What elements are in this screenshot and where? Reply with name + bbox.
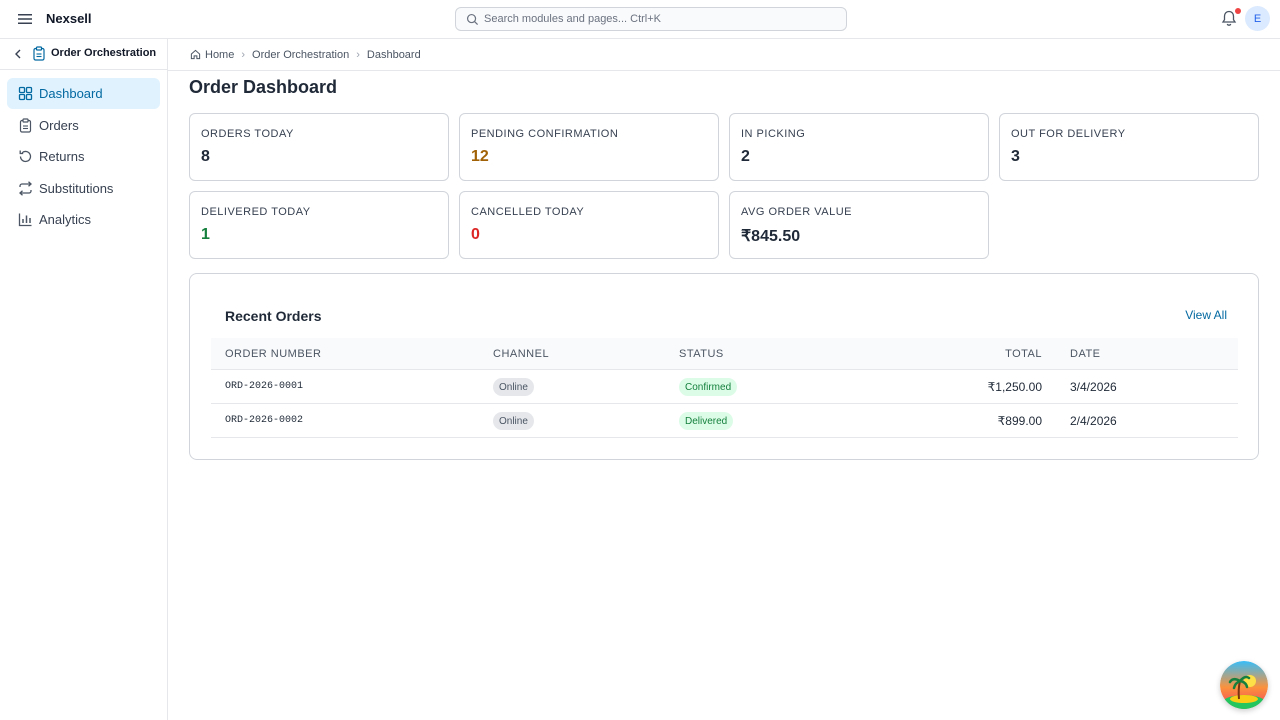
stat-card-pending-confirmation: PENDING CONFIRMATION 12	[459, 113, 719, 181]
breadcrumb-module[interactable]: Order Orchestration	[252, 49, 349, 61]
stat-card-out-for-delivery: OUT FOR DELIVERY 3	[999, 113, 1259, 181]
sidebar-item-orders[interactable]: Orders	[7, 110, 160, 141]
column-header-channel[interactable]: CHANNEL	[493, 348, 549, 360]
order-total: ₹1,250.00	[987, 380, 1042, 394]
bar-chart-icon	[18, 213, 32, 227]
breadcrumb-current: Dashboard	[366, 48, 421, 61]
order-date: 2/4/2026	[1070, 414, 1117, 428]
stat-card-delivered-today: DELIVERED TODAY 1	[189, 191, 449, 259]
column-header-total[interactable]: TOTAL	[1005, 348, 1042, 360]
notification-badge	[1235, 8, 1241, 14]
stat-card-cancelled-today: CANCELLED TODAY 0	[459, 191, 719, 259]
search-icon	[466, 13, 479, 26]
breadcrumb-home[interactable]: Home	[205, 49, 234, 61]
search-input[interactable]: Search modules and pages... Ctrl+K	[455, 7, 847, 31]
search-placeholder: Search modules and pages... Ctrl+K	[484, 13, 662, 25]
stat-value: 2	[741, 148, 750, 165]
clipboard-icon	[33, 46, 45, 61]
stat-label: AVG ORDER VALUE	[741, 206, 853, 218]
grid-icon	[18, 86, 33, 101]
stat-label: CANCELLED TODAY	[471, 206, 585, 218]
top-bar: Nexsell Search modules and pages... Ctrl…	[0, 0, 1280, 39]
stat-value: 0	[471, 226, 480, 243]
beach-avatar-icon	[1220, 661, 1268, 709]
rotate-icon	[19, 150, 32, 163]
channel-badge: Online	[493, 378, 534, 396]
view-all-link[interactable]: View All	[1185, 308, 1227, 322]
clipboard-icon	[19, 117, 32, 133]
order-date: 3/4/2026	[1070, 380, 1117, 394]
chevron-right-icon: ›	[356, 48, 360, 61]
stat-card-avg-order-value: AVG ORDER VALUE ₹845.50	[729, 191, 989, 259]
menu-icon[interactable]	[17, 11, 33, 27]
stat-label: ORDERS TODAY	[201, 128, 294, 140]
order-total: ₹899.00	[997, 414, 1042, 428]
stat-card-orders-today: ORDERS TODAY 8	[189, 113, 449, 181]
sidebar-item-label: Dashboard	[39, 86, 103, 101]
stat-value: ₹845.50	[741, 228, 801, 245]
sidebar-item-label: Analytics	[39, 212, 92, 227]
panel-title: Recent Orders	[225, 308, 322, 324]
column-header-status[interactable]: STATUS	[679, 348, 724, 360]
home-icon	[190, 49, 201, 60]
stat-label: DELIVERED TODAY	[201, 206, 311, 218]
sidebar-item-label: Substitutions	[39, 180, 114, 196]
table-row[interactable]: ORD-2026-0002 Online Delivered ₹899.00 2…	[211, 404, 1238, 438]
chevron-right-icon: ›	[241, 48, 246, 61]
stat-value: 8	[201, 148, 210, 165]
stat-card-in-picking: IN PICKING 2	[729, 113, 989, 181]
module-header: Order Orchestration	[0, 39, 167, 70]
stat-label: OUT FOR DELIVERY	[1011, 128, 1126, 140]
breadcrumb: Home › Order Orchestration › Dashboard	[168, 39, 1280, 71]
order-number[interactable]: ORD-2026-0002	[225, 415, 303, 426]
stat-value: 12	[471, 148, 489, 165]
channel-badge: Online	[493, 412, 534, 430]
column-header-date[interactable]: DATE	[1070, 348, 1101, 360]
sidebar: Order Orchestration Dashboard Orders Ret…	[0, 39, 168, 720]
app-name: Nexsell	[46, 11, 92, 26]
stat-value: 3	[1011, 148, 1020, 165]
column-header-order-number[interactable]: ORDER NUMBER	[225, 348, 321, 360]
stat-label: PENDING CONFIRMATION	[471, 128, 619, 140]
page-title: Order Dashboard	[189, 77, 338, 97]
avatar[interactable]: E	[1245, 6, 1270, 31]
stat-value: 1	[201, 226, 210, 243]
status-badge: Delivered	[679, 412, 734, 430]
sidebar-item-dashboard[interactable]: Dashboard	[7, 78, 160, 109]
sidebar-nav: Dashboard Orders Returns Substitutions A…	[7, 78, 160, 236]
sidebar-item-returns[interactable]: Returns	[7, 141, 160, 172]
swap-icon	[19, 180, 32, 196]
chevron-left-icon[interactable]	[12, 48, 24, 60]
order-number[interactable]: ORD-2026-0001	[225, 381, 303, 392]
recent-orders-panel: Recent Orders View All ORDER NUMBER CHAN…	[189, 273, 1259, 460]
assistant-button[interactable]	[1220, 661, 1268, 709]
orders-table: ORDER NUMBER CHANNEL STATUS TOTAL DATE O…	[211, 338, 1238, 438]
table-header: ORDER NUMBER CHANNEL STATUS TOTAL DATE	[211, 338, 1238, 370]
sidebar-item-label: Returns	[39, 149, 85, 164]
main-content: Home › Order Orchestration › Dashboard O…	[168, 39, 1280, 720]
sidebar-item-substitutions[interactable]: Substitutions	[7, 173, 160, 204]
sidebar-item-analytics[interactable]: Analytics	[7, 204, 160, 235]
sidebar-item-label: Orders	[39, 117, 79, 133]
status-badge: Confirmed	[679, 378, 738, 396]
table-row[interactable]: ORD-2026-0001 Online Confirmed ₹1,250.00…	[211, 370, 1238, 404]
stat-label: IN PICKING	[741, 128, 806, 140]
module-title: Order Orchestration	[51, 47, 157, 59]
